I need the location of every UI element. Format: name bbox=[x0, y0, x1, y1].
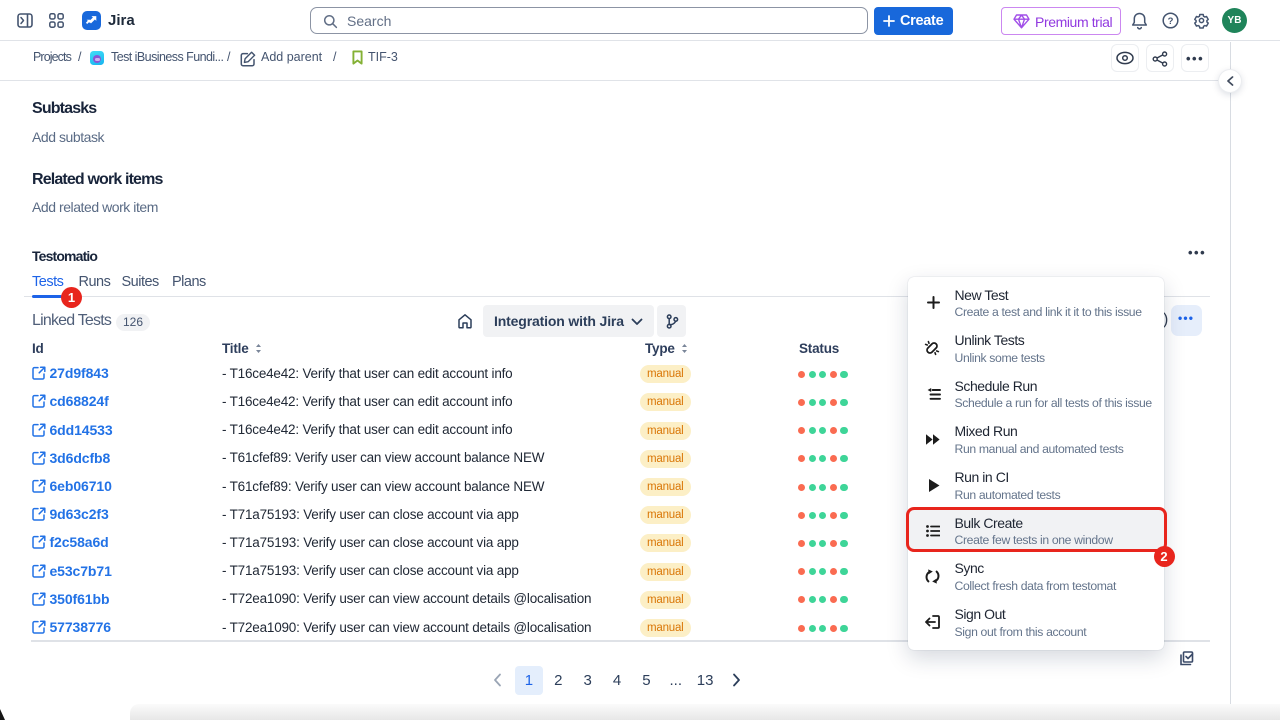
svg-text:?: ? bbox=[1168, 16, 1174, 27]
